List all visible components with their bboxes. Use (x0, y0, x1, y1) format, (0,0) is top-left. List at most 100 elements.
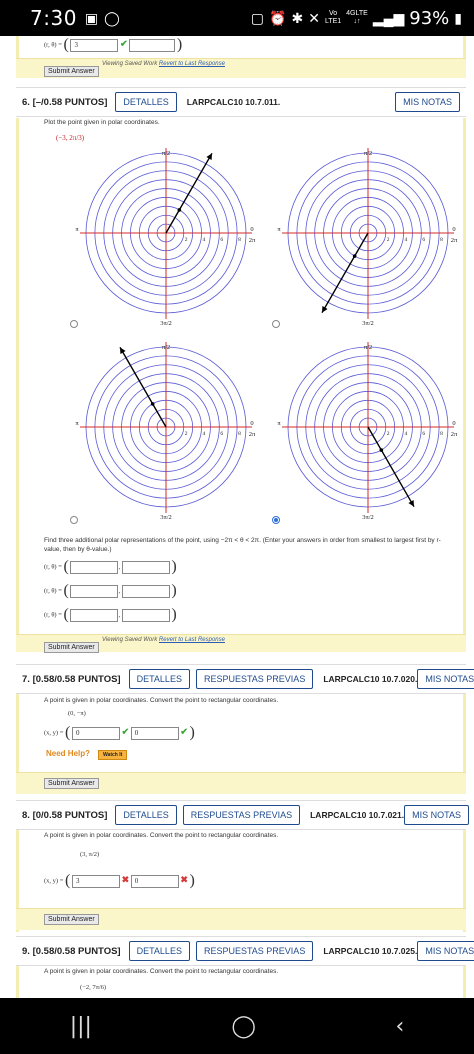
radial-tick-label: 4 (203, 237, 206, 243)
back-icon[interactable]: ‹ (395, 1014, 404, 1039)
polar-plot-option-4[interactable]: π/2 π 0 2π 3π/2 2 4 6 8 (276, 342, 466, 527)
radial-tick-label: 8 (238, 237, 241, 243)
axis-label-bottom: 3π/2 (160, 514, 172, 521)
radial-tick-label: 8 (238, 431, 241, 437)
radial-tick-label: 2 (185, 431, 188, 437)
revert-link[interactable]: Revert to Last Response (159, 61, 225, 67)
submit-answer-button[interactable]: Submit Answer (44, 642, 99, 653)
radio-option-4[interactable] (272, 516, 280, 524)
question-prompt: Plot the point given in polar coordinate… (44, 119, 160, 126)
question-score: [0.58/0.58 PUNTOS] (32, 945, 121, 957)
bluetooth-icon: ✱ (291, 10, 304, 26)
r-input-3[interactable] (70, 608, 119, 622)
axis-label-left: π (277, 420, 281, 427)
detalles-button[interactable]: DETALLES (115, 92, 177, 112)
mis-notas-button[interactable]: MIS NOTAS (395, 92, 460, 112)
question-score: [0/0.58 PUNTOS] (32, 809, 108, 821)
axis-label-left: π (75, 226, 79, 233)
polar-plot-option-2[interactable]: π/2 π 0 2π 3π/2 2 4 6 8 (276, 148, 466, 333)
prev-theta-input[interactable] (129, 38, 176, 52)
prev-answer-row: (r, θ) = ( 3 ✔ ) (44, 36, 183, 53)
submit-answer-button[interactable]: Submit Answer (44, 778, 99, 789)
prev-r-input[interactable]: 3 (70, 38, 119, 52)
respuestas-previas-button[interactable]: RESPUESTAS PREVIAS (182, 805, 301, 825)
axis-label-right-2pi: 2π (451, 237, 458, 244)
watch-it-button[interactable]: Watch It (98, 750, 128, 760)
y-input[interactable]: 0 (130, 874, 179, 888)
polar-plot-option-3[interactable]: π/2 π 0 2π 3π/2 2 4 6 8 (74, 342, 264, 527)
mis-notas-button[interactable]: MIS NOTAS (417, 669, 474, 689)
question-prompt: A point is given in polar coordinates. C… (44, 968, 279, 975)
question-score: [–/0.58 PUNTOS] (32, 96, 108, 108)
radio-option-2[interactable] (272, 320, 280, 328)
given-point: (−3, 2π/3) (56, 134, 85, 142)
r-input-2[interactable] (70, 584, 119, 598)
question-score: [0.58/0.58 PUNTOS] (32, 673, 121, 685)
y-input[interactable]: 0 (130, 726, 179, 740)
radial-tick-label: 4 (203, 431, 206, 437)
axis-label-right: 0 (452, 226, 455, 233)
x-input[interactable]: 3 (71, 874, 120, 888)
radial-tick-label: 6 (220, 431, 223, 437)
ray-arrow (165, 152, 213, 234)
mute-icon: ✕ (308, 10, 320, 26)
submit-answer-button[interactable]: Submit Answer (44, 66, 99, 77)
battery-level: 93% (409, 7, 450, 29)
ray-arrow (367, 426, 415, 508)
alarm-icon: ⏰ (269, 10, 287, 26)
r-input-1[interactable] (70, 560, 119, 574)
submit-answer-button[interactable]: Submit Answer (44, 914, 99, 925)
page-content: (r, θ) = ( 3 ✔ ) Submit Answer Viewing S… (0, 36, 474, 998)
detalles-button[interactable]: DETALLES (128, 669, 190, 689)
given-point: (0, −π) (68, 710, 86, 717)
x-input[interactable]: 0 (71, 726, 120, 740)
answer-row-1: (r, θ) = ( , ) (44, 558, 177, 575)
axis-label-top: π/2 (364, 150, 372, 157)
axis-label-right-2pi: 2π (249, 431, 256, 438)
respuestas-previas-button[interactable]: RESPUESTAS PREVIAS (195, 941, 314, 961)
viewing-saved-work: Viewing Saved Work Revert to Last Respon… (102, 61, 225, 67)
theta-input-2[interactable] (121, 584, 170, 598)
question-code: LARPCALC10 10.7.021. (310, 810, 405, 820)
incorrect-icon: ✖ (180, 874, 188, 885)
radio-option-1[interactable] (70, 320, 78, 328)
status-bar: 7:30 ▣ ◯ ▢ ⏰ ✱ ✕ Vo LTE1 4GLTE ↓↑ ▂▄▆ 93… (0, 0, 474, 36)
status-time: 7:30 (30, 6, 77, 30)
gallery-icon: ▣ (84, 10, 99, 26)
mis-notas-button[interactable]: MIS NOTAS (417, 941, 474, 961)
network-indicator: Vo LTE1 (324, 10, 342, 25)
recent-apps-icon[interactable]: ||| (70, 1014, 92, 1039)
radial-tick-label: 4 (405, 237, 408, 243)
radial-tick-label: 6 (422, 431, 425, 437)
revert-link[interactable]: Revert to Last Response (159, 637, 225, 643)
axis-label-left: π (277, 226, 281, 233)
theta-input-3[interactable] (121, 608, 170, 622)
home-icon[interactable]: ◯ (231, 1014, 256, 1039)
question-prompt: A point is given in polar coordinates. C… (44, 697, 279, 704)
axis-label-right-2pi: 2π (249, 237, 256, 244)
viewing-saved-work: Viewing Saved Work Revert to Last Respon… (102, 637, 225, 643)
given-point: (−2, 7π/6) (80, 984, 107, 991)
question-8-header: 8. [0/0.58 PUNTOS] DETALLES RESPUESTAS P… (16, 800, 469, 830)
detalles-button[interactable]: DETALLES (128, 941, 190, 961)
polar-plot-option-1[interactable]: π/2 π 0 2π 3π/2 2 4 6 8 (74, 148, 264, 333)
instructions-text: Find three additional polar representati… (44, 537, 441, 553)
whatsapp-icon: ◯ (104, 10, 120, 26)
mis-notas-button[interactable]: MIS NOTAS (404, 805, 469, 825)
answer-row-2: (r, θ) = ( , ) (44, 582, 177, 599)
plotted-point (177, 208, 182, 212)
axis-label-top: π/2 (162, 344, 170, 351)
radial-tick-label: 2 (185, 237, 188, 243)
axis-label-right: 0 (250, 420, 253, 427)
radial-tick-label: 6 (220, 237, 223, 243)
radial-tick-label: 2 (387, 431, 390, 437)
theta-input-1[interactable] (121, 560, 170, 574)
detalles-button[interactable]: DETALLES (115, 805, 177, 825)
android-nav-bar: ||| ◯ ‹ (0, 998, 474, 1054)
ray-arrow (119, 346, 167, 428)
data-indicator: 4GLTE ↓↑ (346, 10, 368, 25)
given-point: (3, π/2) (80, 851, 100, 858)
radio-option-3[interactable] (70, 516, 78, 524)
respuestas-previas-button[interactable]: RESPUESTAS PREVIAS (195, 669, 314, 689)
question-prompt: A point is given in polar coordinates. C… (44, 832, 279, 839)
